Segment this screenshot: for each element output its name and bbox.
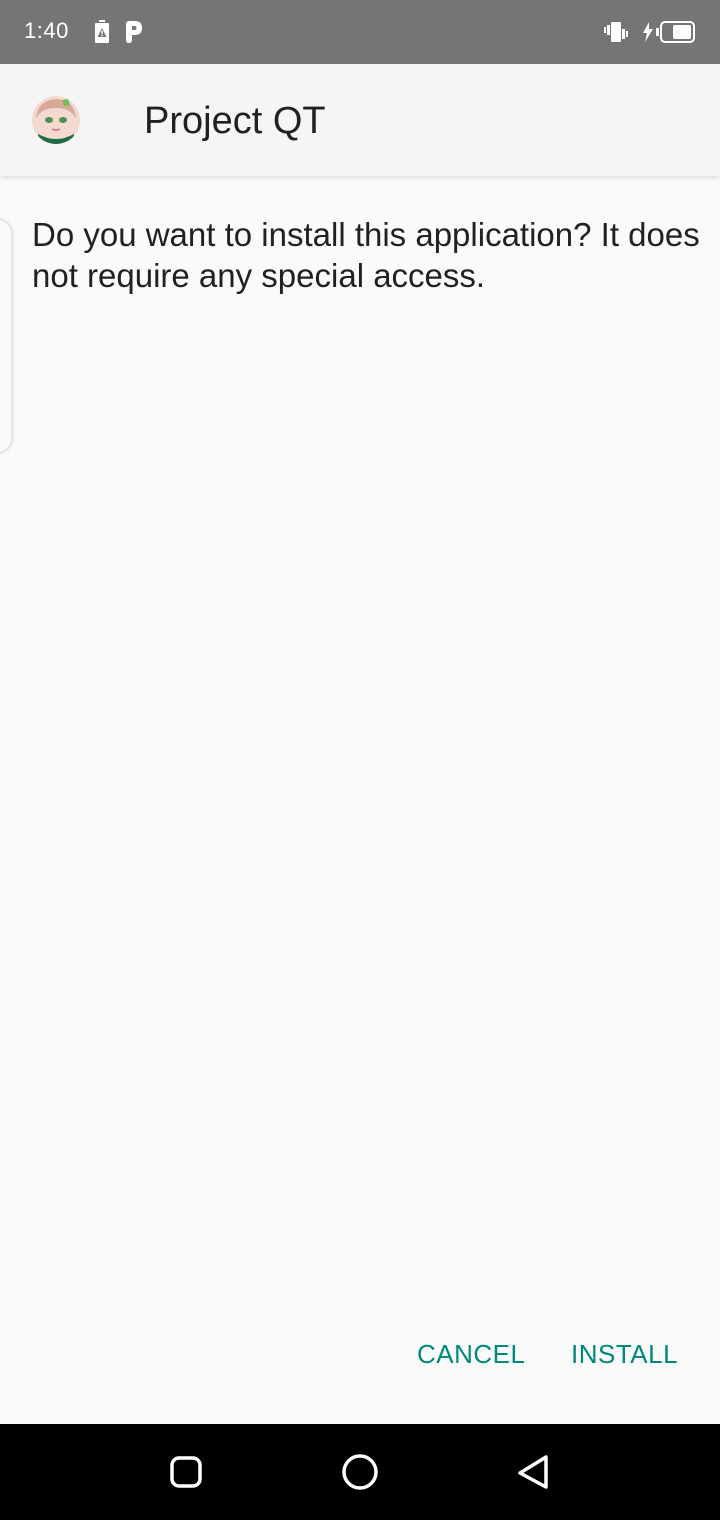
back-icon[interactable]: [514, 1452, 554, 1492]
status-time: 1:40: [24, 18, 69, 43]
app-header: Project QT: [0, 64, 720, 176]
navigation-bar: [0, 1424, 720, 1520]
cancel-button[interactable]: CANCEL: [417, 1339, 525, 1370]
status-bar: 1:40: [0, 0, 720, 64]
app-icon: [32, 96, 80, 144]
charging-bolt-icon: [642, 22, 654, 47]
app-title: Project QT: [144, 100, 326, 142]
battery-icon: [656, 21, 696, 48]
edge-panel-handle[interactable]: [0, 218, 13, 454]
install-button[interactable]: INSTALL: [571, 1339, 678, 1370]
vibrate-icon: [604, 20, 632, 49]
recents-icon[interactable]: [166, 1452, 206, 1492]
install-message: Do you want to install this application?…: [32, 216, 700, 294]
parking-p-icon: [124, 20, 144, 49]
battery-alert-icon: [93, 20, 111, 49]
install-prompt-content: Do you want to install this application?…: [0, 176, 720, 1424]
home-icon[interactable]: [340, 1452, 380, 1492]
